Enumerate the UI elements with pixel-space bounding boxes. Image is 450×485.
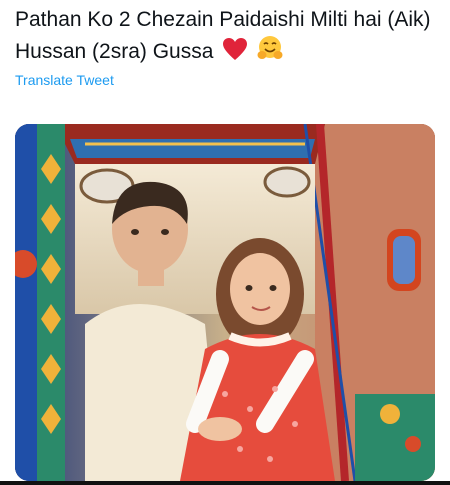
red-heart-icon: [222, 37, 248, 70]
tweet-photo[interactable]: [15, 124, 435, 481]
hugging-face-icon: [257, 35, 283, 70]
tweet-text-block: Pathan Ko 2 Chezain Paidaishi Milti hai …: [15, 4, 440, 70]
photo-illustration: [15, 124, 435, 481]
translate-tweet-link[interactable]: Translate Tweet: [15, 72, 114, 88]
bottom-bar: [0, 481, 450, 485]
